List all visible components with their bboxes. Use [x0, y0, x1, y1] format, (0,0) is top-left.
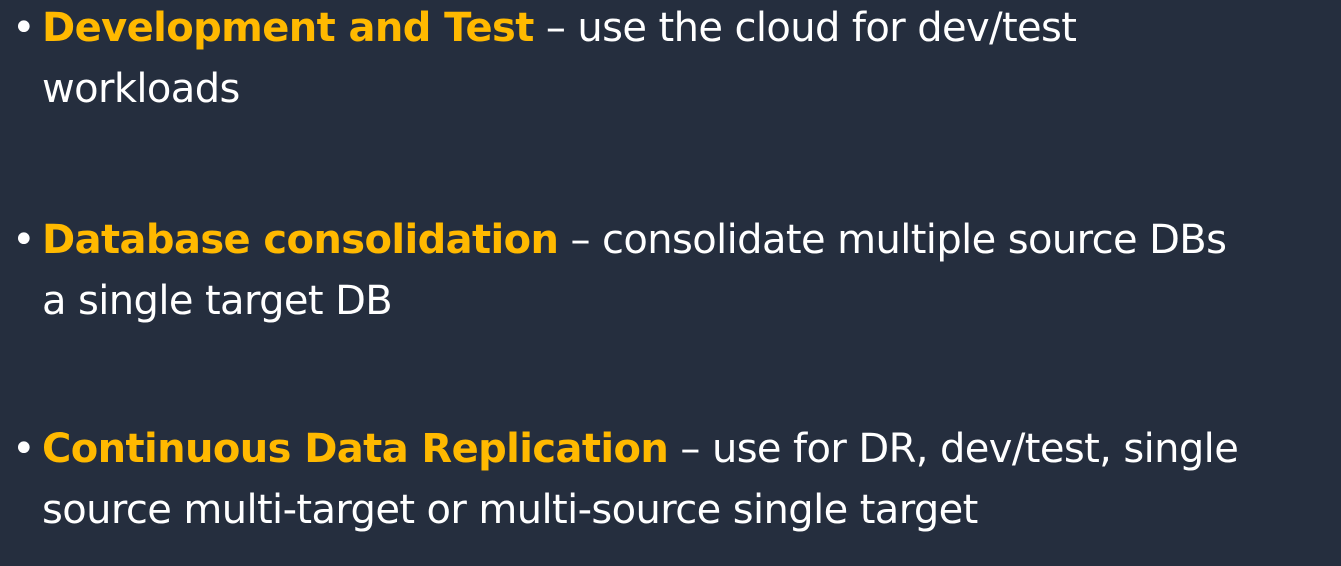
bullet-description-continued: workloads — [42, 66, 240, 112]
bullet-description: – consolidate multiple source DBs — [558, 217, 1227, 263]
bullet-description: – use the cloud for dev/test — [533, 5, 1077, 51]
bullet-line-1: • Database consolidation – consolidate mu… — [12, 210, 1341, 271]
bullet-term: Development and Test — [42, 5, 534, 51]
bullet-description: – use for DR, dev/test, single — [668, 426, 1239, 472]
slide: • Development and Test – use the cloud fo… — [0, 0, 1341, 566]
bullet-marker: • — [12, 217, 36, 263]
bullet-item: • Development and Test – use the cloud fo… — [12, 0, 1341, 120]
bullet-line-1: • Continuous Data Replication – use for D… — [12, 419, 1341, 480]
bullet-item: • Continuous Data Replication – use for D… — [12, 419, 1341, 541]
bullet-item: • Database consolidation – consolidate mu… — [12, 210, 1341, 332]
bullet-line-1: • Development and Test – use the cloud fo… — [12, 0, 1341, 59]
bullet-term: Continuous Data Replication — [42, 426, 669, 472]
bullet-description-continued: a single target DB — [42, 278, 393, 324]
bullet-marker: • — [12, 5, 36, 51]
bullet-marker: • — [12, 426, 36, 472]
bullet-term: Database consolidation — [42, 217, 559, 263]
bullet-description-continued: source multi-target or multi-source sing… — [42, 487, 978, 533]
